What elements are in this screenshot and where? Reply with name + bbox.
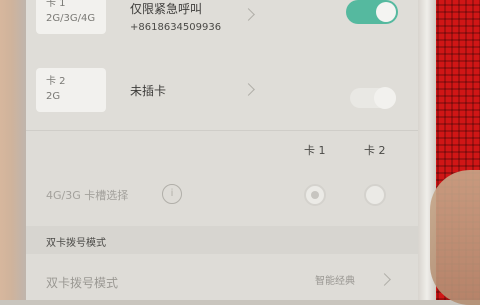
sim1-badge-name: 卡 1 <box>46 0 66 9</box>
sim2-badge-network: 2G <box>46 91 61 102</box>
slot-radio-card2[interactable] <box>364 184 386 206</box>
dual-dial-chevron-right-icon <box>378 273 391 286</box>
sim1-toggle[interactable] <box>346 0 398 24</box>
sim2-badge: 卡 2 2G <box>36 68 106 112</box>
sim1-status: 仅限紧急呼叫 <box>130 2 203 16</box>
sim2-chevron-right-icon <box>242 83 255 96</box>
sim2-toggle[interactable] <box>350 87 396 109</box>
sim1-chevron-right-icon <box>242 8 255 21</box>
sim-settings-screen: 卡 1 2G/3G/4G 仅限紧急呼叫 +8618634509936 卡 2 2… <box>26 0 418 300</box>
photo-background-left <box>0 0 26 300</box>
sim1-number: +8618634509936 <box>130 22 222 33</box>
photo-finger <box>430 170 480 305</box>
info-icon[interactable]: i <box>162 184 182 204</box>
sim2-toggle-knob <box>374 87 396 109</box>
sim2-status: 未插卡 <box>130 84 167 98</box>
dual-mode-section-header: 双卡拨号模式 <box>26 226 418 254</box>
dual-mode-section-title: 双卡拨号模式 <box>46 238 106 249</box>
dual-dial-mode-label[interactable]: 双卡拨号模式 <box>46 274 118 291</box>
slot-column-card2: 卡 2 <box>364 144 386 157</box>
sim1-badge: 卡 1 2G/3G/4G <box>36 0 106 34</box>
sim1-row[interactable]: 卡 1 2G/3G/4G 仅限紧急呼叫 +8618634509936 <box>26 0 418 61</box>
slot-column-card1: 卡 1 <box>304 144 326 157</box>
sim1-badge-network: 2G/3G/4G <box>46 13 96 24</box>
slot-radio-card1[interactable] <box>304 184 326 206</box>
dual-dial-mode-value[interactable]: 智能经典 <box>315 272 355 287</box>
sim1-toggle-knob <box>376 2 396 22</box>
sim2-badge-name: 卡 2 <box>46 76 66 87</box>
slot-selection-label: 4G/3G 卡槽选择 <box>46 189 129 202</box>
